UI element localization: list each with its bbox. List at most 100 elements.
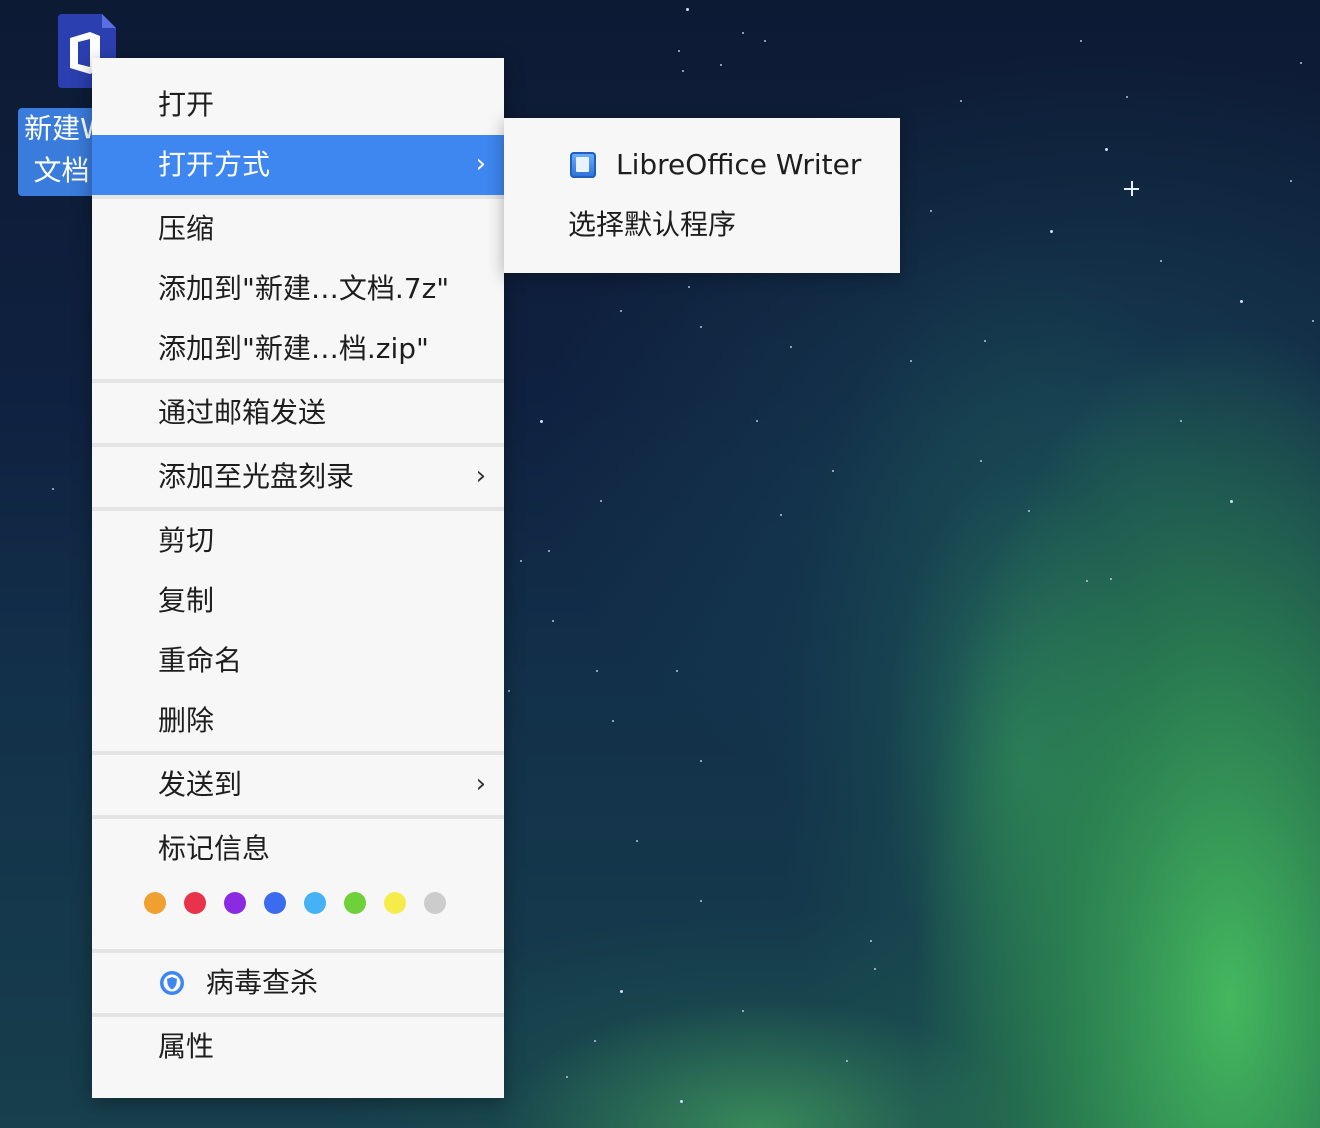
star xyxy=(548,550,550,552)
menu-item-burn-disc[interactable]: 添加至光盘刻录 › xyxy=(92,447,504,507)
open-with-submenu: LibreOffice Writer 选择默认程序 xyxy=(504,118,900,273)
shield-icon xyxy=(160,971,184,995)
star xyxy=(676,670,678,672)
star xyxy=(540,420,543,423)
menu-item-label: 添加到"新建…档.zip" xyxy=(158,332,429,365)
star xyxy=(594,1040,596,1042)
star xyxy=(1300,62,1302,64)
star xyxy=(700,900,702,902)
chevron-right-icon: › xyxy=(475,149,486,179)
menu-item-label: 通过邮箱发送 xyxy=(158,396,327,429)
star xyxy=(1240,300,1243,303)
star xyxy=(720,64,722,66)
menu-item-rename[interactable]: 重命名 xyxy=(92,631,504,691)
tag-color-dot[interactable] xyxy=(224,892,246,914)
star xyxy=(1105,148,1108,151)
star xyxy=(566,1076,568,1078)
menu-item-cut[interactable]: 剪切 xyxy=(92,511,504,571)
star xyxy=(910,360,912,362)
sparkle-star xyxy=(1124,181,1139,196)
chevron-right-icon: › xyxy=(475,769,486,799)
star xyxy=(552,620,554,622)
star xyxy=(742,32,744,34)
menu-item-open-with[interactable]: 打开方式 › xyxy=(92,135,504,195)
tag-color-dot[interactable] xyxy=(264,892,286,914)
chevron-right-icon: › xyxy=(475,461,486,491)
tag-color-dot[interactable] xyxy=(184,892,206,914)
menu-item-label: 添加到"新建…文档.7z" xyxy=(158,272,450,305)
menu-item-send-to[interactable]: 发送到 › xyxy=(92,755,504,815)
star xyxy=(620,990,623,993)
star xyxy=(508,690,510,692)
star xyxy=(700,760,702,762)
star xyxy=(846,1060,848,1062)
menu-item-label: 删除 xyxy=(158,704,215,737)
star xyxy=(1126,96,1128,98)
context-menu: 打开 打开方式 › 压缩 添加到"新建…文档.7z" 添加到"新建…档.zip"… xyxy=(92,58,504,1098)
star xyxy=(1110,578,1112,580)
star xyxy=(780,514,782,516)
star xyxy=(930,210,932,212)
tag-color-dot[interactable] xyxy=(344,892,366,914)
menu-item-label: 打开方式 xyxy=(158,148,271,181)
star xyxy=(686,8,689,11)
star xyxy=(1230,500,1233,503)
menu-item-delete[interactable]: 删除 xyxy=(92,691,504,751)
star xyxy=(1290,180,1292,182)
star xyxy=(680,1100,683,1103)
star xyxy=(678,50,680,52)
star xyxy=(764,40,766,42)
menu-item-copy[interactable]: 复制 xyxy=(92,571,504,631)
menu-item-label: 剪切 xyxy=(158,524,215,557)
star xyxy=(700,326,702,328)
star xyxy=(1086,580,1088,582)
desktop-background: 新建W 文档. 打开 打开方式 › 压缩 添加到"新建…文档.7z" 添加到"新… xyxy=(0,0,1320,1128)
tag-color-dot[interactable] xyxy=(304,892,326,914)
star xyxy=(1080,40,1082,42)
submenu-item-choose-default[interactable]: 选择默认程序 xyxy=(504,195,900,255)
menu-item-label: 重命名 xyxy=(158,644,243,677)
menu-item-label: 属性 xyxy=(158,1030,215,1063)
star xyxy=(1180,420,1182,422)
submenu-item-libreoffice-writer[interactable]: LibreOffice Writer xyxy=(504,135,900,195)
star xyxy=(620,310,622,312)
star xyxy=(756,420,758,422)
menu-item-compress[interactable]: 压缩 xyxy=(92,199,504,259)
menu-item-label: 发送到 xyxy=(158,768,243,801)
star xyxy=(636,840,638,842)
menu-item-label: 添加至光盘刻录 xyxy=(158,460,355,493)
star xyxy=(688,286,690,288)
menu-item-label: 打开 xyxy=(158,88,215,121)
star xyxy=(742,1010,744,1012)
menu-item-label: 复制 xyxy=(158,584,215,617)
submenu-item-label: LibreOffice Writer xyxy=(616,148,862,181)
tag-info-title: 标记信息 xyxy=(158,832,271,865)
menu-item-virus-scan[interactable]: 病毒查杀 xyxy=(92,953,504,1013)
tag-color-dot[interactable] xyxy=(144,892,166,914)
menu-item-add-7z[interactable]: 添加到"新建…文档.7z" xyxy=(92,259,504,319)
libreoffice-writer-icon xyxy=(570,152,596,178)
star xyxy=(596,670,598,672)
menu-item-add-zip[interactable]: 添加到"新建…档.zip" xyxy=(92,319,504,379)
star xyxy=(1160,260,1162,262)
star xyxy=(874,968,876,970)
tag-color-dot[interactable] xyxy=(384,892,406,914)
star xyxy=(600,500,602,502)
star xyxy=(870,940,872,942)
tag-info-section: 标记信息 xyxy=(92,819,504,949)
star xyxy=(980,460,982,462)
star xyxy=(960,100,962,102)
submenu-item-label: 选择默认程序 xyxy=(568,208,737,241)
star xyxy=(52,488,54,490)
menu-item-properties[interactable]: 属性 xyxy=(92,1017,504,1077)
menu-item-send-mail[interactable]: 通过邮箱发送 xyxy=(92,383,504,443)
menu-item-open[interactable]: 打开 xyxy=(92,75,504,135)
star xyxy=(1050,230,1053,233)
tag-color-picker xyxy=(144,892,446,914)
star xyxy=(612,720,614,722)
tag-color-dot[interactable] xyxy=(424,892,446,914)
menu-item-label: 压缩 xyxy=(158,212,215,245)
star xyxy=(1028,510,1030,512)
star xyxy=(520,560,522,562)
star xyxy=(832,470,834,472)
